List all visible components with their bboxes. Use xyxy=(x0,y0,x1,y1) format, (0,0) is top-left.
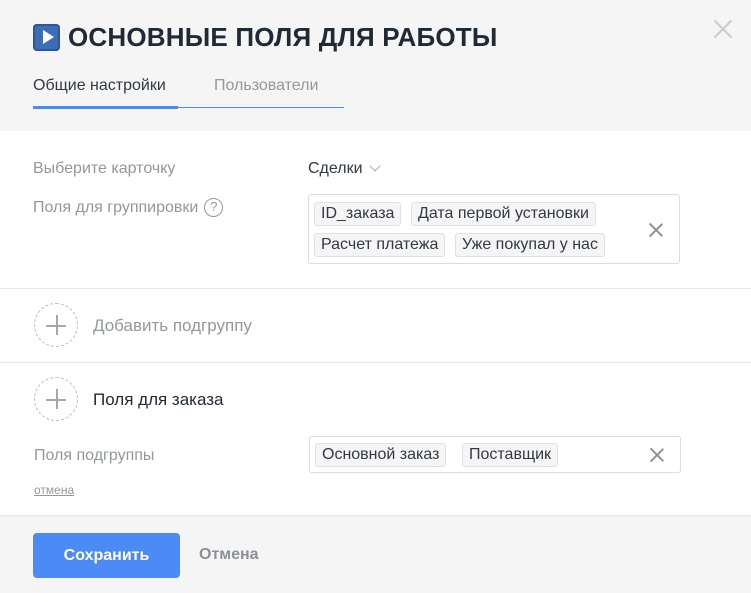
clear-subgroup-icon[interactable] xyxy=(650,448,664,462)
save-button[interactable]: Сохранить xyxy=(33,533,180,578)
modal-title: ОСНОВНЫЕ ПОЛЯ ДЛЯ РАБОТЫ xyxy=(68,21,498,52)
tab-general-settings[interactable]: Общие настройки xyxy=(33,77,166,95)
play-square-icon xyxy=(33,23,60,51)
title-row: ОСНОВНЫЕ ПОЛЯ ДЛЯ РАБОТЫ xyxy=(33,20,498,54)
tag-bought-before[interactable]: Уже покупал у нас xyxy=(455,233,605,257)
clear-grouping-icon[interactable] xyxy=(649,223,663,237)
tag-id-order[interactable]: ID_заказа xyxy=(314,202,402,226)
subgroup-name[interactable]: Поля для заказа xyxy=(93,390,224,410)
help-icon[interactable]: ? xyxy=(204,198,224,217)
tag-first-install-date[interactable]: Дата первой установки xyxy=(411,202,596,226)
tab-bar: Общие настройки Пользователи xyxy=(33,74,344,109)
subgroup-fields-label: Поля подгруппы xyxy=(34,447,155,464)
divider xyxy=(0,288,751,289)
add-subgroup-button[interactable]: Добавить подгруппу xyxy=(93,316,252,336)
cancel-button[interactable]: Отмена xyxy=(199,546,259,564)
modal-header: ОСНОВНЫЕ ПОЛЯ ДЛЯ РАБОТЫ Общие настройки… xyxy=(0,0,751,131)
card-select-label: Выберите карточку xyxy=(33,160,176,177)
card-select-value: Сделки xyxy=(308,160,363,177)
active-tab-indicator xyxy=(33,106,178,109)
close-icon[interactable] xyxy=(712,18,734,40)
subgroup-cancel-link[interactable]: отмена xyxy=(34,483,74,497)
chevron-down-icon xyxy=(368,160,381,172)
grouping-fields-label-text: Поля для группировки xyxy=(33,199,199,216)
tag-payment-calc[interactable]: Расчет платежа xyxy=(314,233,446,257)
tab-users[interactable]: Пользователи xyxy=(214,77,318,95)
subgroup-plus-icon[interactable] xyxy=(34,377,78,421)
card-select[interactable]: Сделки xyxy=(308,160,381,178)
subgroup-fields-input[interactable]: Основной заказ Поставщик xyxy=(309,436,681,473)
grouping-fields-input[interactable]: ID_заказа Дата первой установки Расчет п… xyxy=(308,194,680,264)
divider xyxy=(0,362,751,363)
tag-supplier[interactable]: Поставщик xyxy=(462,443,559,467)
tag-main-order[interactable]: Основной заказ xyxy=(315,443,447,467)
grouping-fields-label: Поля для группировки? xyxy=(33,198,224,217)
add-subgroup-plus-icon[interactable] xyxy=(34,303,78,347)
modal-footer: Сохранить Отмена xyxy=(0,515,751,593)
